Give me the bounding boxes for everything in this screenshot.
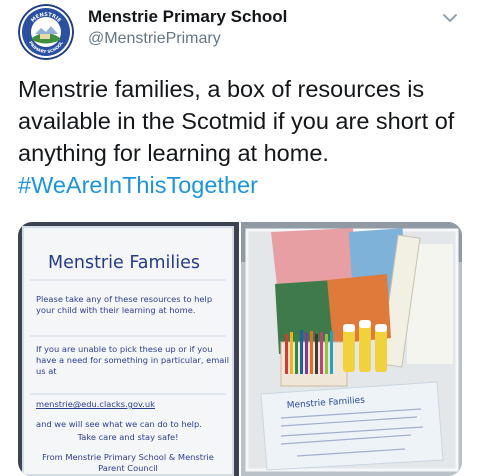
poster-footer-1: From Menstrie Primary School & Menstrie (42, 452, 214, 462)
hashtag-link[interactable]: #WeAreInThisTogether (18, 172, 258, 198)
poster-para-1: Please take any of these resources to he… (36, 294, 213, 315)
account-name[interactable]: Menstrie Primary School (88, 7, 287, 27)
poster-email: menstrie@edu.clacks.gov.uk (36, 399, 155, 409)
school-logo: MENSTRIE PRIMARY SCHOOL (18, 4, 74, 60)
chevron-down-icon[interactable] (440, 8, 460, 28)
poster-para-3: and we will see what we can do to help. (36, 419, 202, 429)
poster-footer-2: Parent Council (98, 463, 158, 473)
avatar[interactable]: MENSTRIE PRIMARY SCHOOL (18, 4, 74, 60)
tweet-text: Menstrie families, a box of resources is… (18, 76, 455, 166)
poster-para-2: If you are unable to pick these up or if… (36, 344, 229, 376)
tweet-media: Menstrie Families Please take any of the… (18, 222, 462, 476)
account-handle[interactable]: @MenstriePrimary (88, 30, 221, 48)
resource-poster: Menstrie Families Please take any of the… (22, 226, 234, 476)
poster-title: Menstrie Families (48, 253, 201, 273)
photo-poster[interactable]: Menstrie Families Please take any of the… (18, 222, 239, 476)
photo-resource-box[interactable]: Menstrie Families (241, 222, 462, 476)
glue-sticks (343, 320, 387, 372)
resource-box-illustration: Menstrie Families (241, 222, 462, 476)
pink-paper (271, 228, 357, 286)
tweet-text-block: Menstrie families, a box of resources is… (18, 73, 468, 201)
poster-para-4: Take care and stay safe! (77, 432, 179, 442)
